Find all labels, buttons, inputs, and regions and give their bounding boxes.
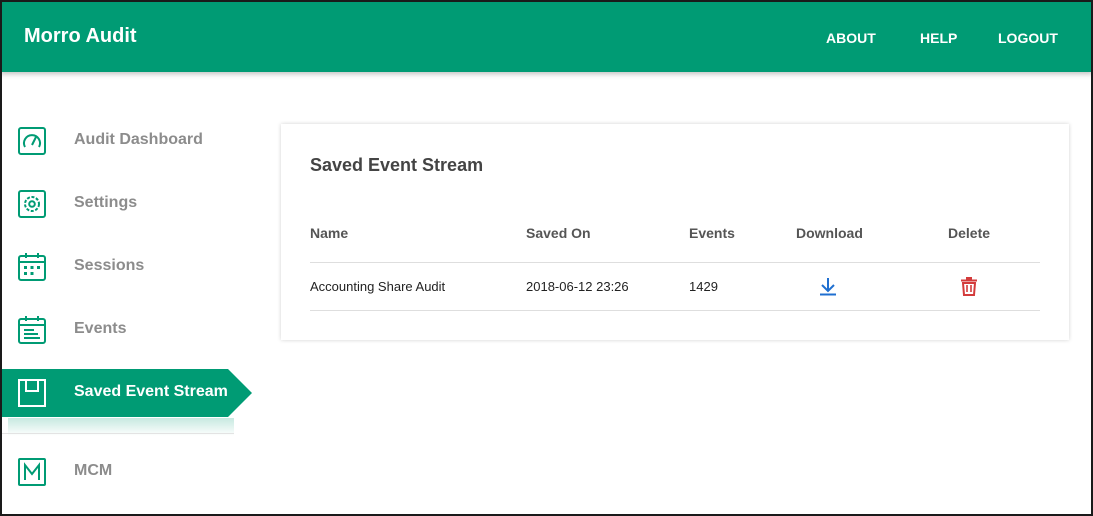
gear-icon [18,190,46,218]
sidebar-item-sessions[interactable]: Sessions [0,243,252,291]
card-title: Saved Event Stream [310,155,484,175]
nav-about-link[interactable]: ABOUT [826,30,876,46]
sidebar-item-mcm[interactable]: MCM [0,448,252,496]
sidebar-item-label: Audit Dashboard [74,131,203,148]
column-header-name: Name [310,225,349,241]
sidebar-item-label: Saved Event Stream [74,383,228,400]
column-header-saved-on: Saved On [526,225,591,241]
save-icon [18,379,46,407]
sidebar-item-label: Events [74,320,127,337]
sidebar-item-label: Sessions [74,257,145,274]
cell-events: 1429 [689,279,718,294]
column-header-download: Download [796,225,863,241]
trash-icon[interactable] [958,275,980,297]
sidebar-item-audit-dashboard[interactable]: Audit Dashboard [0,117,252,165]
saved-event-stream-card: Saved Event Stream Name Saved On Events … [281,124,1069,340]
cell-name: Accounting Share Audit [310,279,446,294]
m-letter-icon [18,458,46,486]
column-header-events: Events [689,225,735,241]
calendar-list-icon [18,316,46,344]
sidebar-item-saved-event-stream[interactable]: Saved Event Stream [0,369,252,417]
app-header: Morro Audit ABOUT HELP LOGOUT [0,0,1093,72]
sidebar-item-events[interactable]: Events [0,306,252,354]
app-title[interactable]: Morro Audit [24,25,137,48]
sidebar: Audit Dashboard Settings Sessions Events… [0,72,260,516]
sidebar-divider [0,433,234,434]
column-header-delete: Delete [948,225,991,241]
sidebar-item-label: Settings [74,194,138,211]
nav-logout-link[interactable]: LOGOUT [998,30,1058,46]
sidebar-item-label: MCM [74,462,113,479]
nav-help-link[interactable]: HELP [920,30,957,46]
gauge-icon [18,127,46,155]
download-icon[interactable] [817,275,839,297]
header-divider [310,262,1040,263]
sidebar-item-settings[interactable]: Settings [0,180,252,228]
row-divider [310,310,1040,311]
cell-saved-on: 2018-06-12 23:26 [526,279,629,294]
calendar-grid-icon [18,253,46,281]
